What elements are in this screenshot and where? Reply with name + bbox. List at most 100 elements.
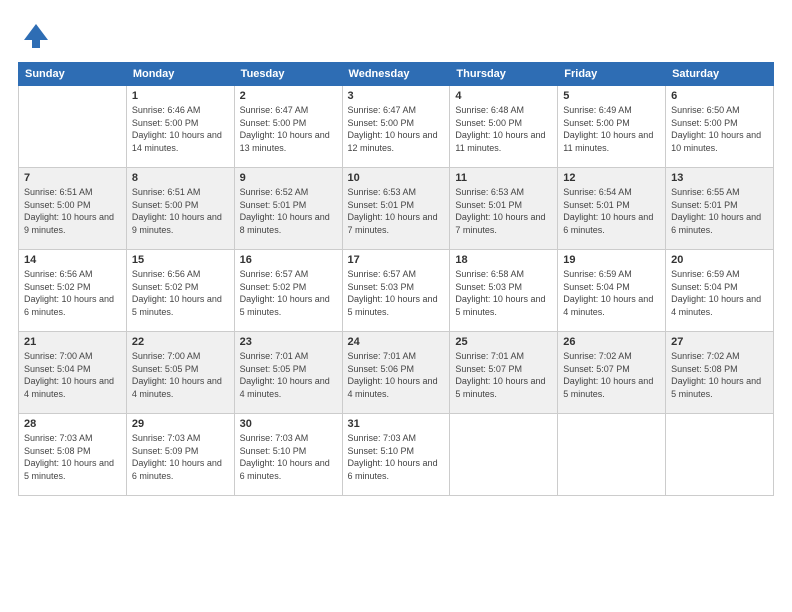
day-number: 10 bbox=[348, 172, 445, 184]
calendar-cell: 11Sunrise: 6:53 AMSunset: 5:01 PMDayligh… bbox=[450, 168, 558, 250]
day-info: Sunrise: 7:00 AMSunset: 5:04 PMDaylight:… bbox=[24, 350, 121, 400]
day-number: 17 bbox=[348, 254, 445, 266]
logo-icon bbox=[20, 20, 52, 52]
calendar-cell: 5 Sunrise: 6:49 AMSunset: 5:00 PMDaylight… bbox=[558, 86, 666, 168]
calendar-cell: 23 Sunrise: 7:01 AMSunset: 5:05 PMDayligh… bbox=[234, 332, 342, 414]
calendar-week-row: 7Sunrise: 6:51 AMSunset: 5:00 PMDaylight… bbox=[19, 168, 774, 250]
calendar-cell: 13Sunrise: 6:55 AMSunset: 5:01 PMDayligh… bbox=[666, 168, 774, 250]
day-info: Sunrise: 6:53 AMSunset: 5:01 PMDaylight:… bbox=[348, 186, 445, 236]
calendar-cell: 2 Sunrise: 6:47 AMSunset: 5:00 PMDaylight… bbox=[234, 86, 342, 168]
day-number: 4 bbox=[455, 90, 552, 102]
day-number: 8 bbox=[132, 172, 229, 184]
calendar-cell bbox=[558, 414, 666, 496]
header-wednesday: Wednesday bbox=[342, 63, 450, 86]
day-info: Sunrise: 7:03 AMSunset: 5:10 PMDaylight:… bbox=[240, 432, 337, 482]
calendar-cell bbox=[450, 414, 558, 496]
calendar-cell: 20 Sunrise: 6:59 AMSunset: 5:04 PMDayligh… bbox=[666, 250, 774, 332]
day-info: Sunrise: 6:59 AMSunset: 5:04 PMDaylight:… bbox=[671, 268, 768, 318]
day-number: 9 bbox=[240, 172, 337, 184]
day-number: 18 bbox=[455, 254, 552, 266]
day-number: 26 bbox=[563, 336, 660, 348]
calendar-cell bbox=[19, 86, 127, 168]
day-number: 7 bbox=[24, 172, 121, 184]
calendar-cell: 26 Sunrise: 7:02 AMSunset: 5:07 PMDayligh… bbox=[558, 332, 666, 414]
day-number: 24 bbox=[348, 336, 445, 348]
day-number: 23 bbox=[240, 336, 337, 348]
calendar-cell: 17 Sunrise: 6:57 AMSunset: 5:03 PMDayligh… bbox=[342, 250, 450, 332]
calendar-cell: 16 Sunrise: 6:57 AMSunset: 5:02 PMDayligh… bbox=[234, 250, 342, 332]
day-info: Sunrise: 6:52 AMSunset: 5:01 PMDaylight:… bbox=[240, 186, 337, 236]
day-number: 29 bbox=[132, 418, 229, 430]
header-friday: Friday bbox=[558, 63, 666, 86]
calendar-cell: 21 Sunrise: 7:00 AMSunset: 5:04 PMDayligh… bbox=[19, 332, 127, 414]
weekday-header-row: Sunday Monday Tuesday Wednesday Thursday… bbox=[19, 63, 774, 86]
day-number: 2 bbox=[240, 90, 337, 102]
day-number: 22 bbox=[132, 336, 229, 348]
calendar-week-row: 21 Sunrise: 7:00 AMSunset: 5:04 PMDayligh… bbox=[19, 332, 774, 414]
header-sunday: Sunday bbox=[19, 63, 127, 86]
header-tuesday: Tuesday bbox=[234, 63, 342, 86]
day-info: Sunrise: 6:46 AMSunset: 5:00 PMDaylight:… bbox=[132, 104, 229, 154]
calendar-table: Sunday Monday Tuesday Wednesday Thursday… bbox=[18, 62, 774, 496]
calendar-cell: 28 Sunrise: 7:03 AMSunset: 5:08 PMDayligh… bbox=[19, 414, 127, 496]
day-info: Sunrise: 7:03 AMSunset: 5:10 PMDaylight:… bbox=[348, 432, 445, 482]
day-number: 12 bbox=[563, 172, 660, 184]
day-info: Sunrise: 7:03 AMSunset: 5:08 PMDaylight:… bbox=[24, 432, 121, 482]
header bbox=[18, 18, 774, 52]
calendar-cell: 19Sunrise: 6:59 AMSunset: 5:04 PMDayligh… bbox=[558, 250, 666, 332]
day-number: 21 bbox=[24, 336, 121, 348]
logo bbox=[18, 18, 52, 52]
calendar-cell: 31Sunrise: 7:03 AMSunset: 5:10 PMDayligh… bbox=[342, 414, 450, 496]
day-info: Sunrise: 6:49 AMSunset: 5:00 PMDaylight:… bbox=[563, 104, 660, 154]
calendar-cell bbox=[666, 414, 774, 496]
day-number: 20 bbox=[671, 254, 768, 266]
calendar-week-row: 28 Sunrise: 7:03 AMSunset: 5:08 PMDayligh… bbox=[19, 414, 774, 496]
calendar-cell: 30 Sunrise: 7:03 AMSunset: 5:10 PMDayligh… bbox=[234, 414, 342, 496]
day-number: 27 bbox=[671, 336, 768, 348]
header-thursday: Thursday bbox=[450, 63, 558, 86]
day-info: Sunrise: 7:01 AMSunset: 5:05 PMDaylight:… bbox=[240, 350, 337, 400]
header-saturday: Saturday bbox=[666, 63, 774, 86]
day-info: Sunrise: 7:01 AMSunset: 5:06 PMDaylight:… bbox=[348, 350, 445, 400]
calendar-cell: 18 Sunrise: 6:58 AMSunset: 5:03 PMDayligh… bbox=[450, 250, 558, 332]
calendar-cell: 22 Sunrise: 7:00 AMSunset: 5:05 PMDayligh… bbox=[126, 332, 234, 414]
day-info: Sunrise: 6:56 AMSunset: 5:02 PMDaylight:… bbox=[132, 268, 229, 318]
day-info: Sunrise: 7:01 AMSunset: 5:07 PMDaylight:… bbox=[455, 350, 552, 400]
calendar-cell: 3Sunrise: 6:47 AMSunset: 5:00 PMDaylight… bbox=[342, 86, 450, 168]
day-number: 3 bbox=[348, 90, 445, 102]
day-number: 16 bbox=[240, 254, 337, 266]
day-number: 6 bbox=[671, 90, 768, 102]
header-monday: Monday bbox=[126, 63, 234, 86]
day-info: Sunrise: 6:50 AMSunset: 5:00 PMDaylight:… bbox=[671, 104, 768, 154]
day-info: Sunrise: 7:02 AMSunset: 5:08 PMDaylight:… bbox=[671, 350, 768, 400]
day-info: Sunrise: 7:03 AMSunset: 5:09 PMDaylight:… bbox=[132, 432, 229, 482]
calendar-cell: 27 Sunrise: 7:02 AMSunset: 5:08 PMDayligh… bbox=[666, 332, 774, 414]
day-info: Sunrise: 6:57 AMSunset: 5:02 PMDaylight:… bbox=[240, 268, 337, 318]
calendar-cell: 10 Sunrise: 6:53 AMSunset: 5:01 PMDayligh… bbox=[342, 168, 450, 250]
calendar-cell: 7Sunrise: 6:51 AMSunset: 5:00 PMDaylight… bbox=[19, 168, 127, 250]
day-number: 5 bbox=[563, 90, 660, 102]
day-info: Sunrise: 7:00 AMSunset: 5:05 PMDaylight:… bbox=[132, 350, 229, 400]
calendar-cell: 9 Sunrise: 6:52 AMSunset: 5:01 PMDaylight… bbox=[234, 168, 342, 250]
calendar-cell: 12 Sunrise: 6:54 AMSunset: 5:01 PMDayligh… bbox=[558, 168, 666, 250]
day-info: Sunrise: 6:47 AMSunset: 5:00 PMDaylight:… bbox=[240, 104, 337, 154]
day-number: 30 bbox=[240, 418, 337, 430]
calendar-cell: 29 Sunrise: 7:03 AMSunset: 5:09 PMDayligh… bbox=[126, 414, 234, 496]
calendar-cell: 1 Sunrise: 6:46 AMSunset: 5:00 PMDaylight… bbox=[126, 86, 234, 168]
day-info: Sunrise: 7:02 AMSunset: 5:07 PMDaylight:… bbox=[563, 350, 660, 400]
day-number: 15 bbox=[132, 254, 229, 266]
calendar-cell: 6 Sunrise: 6:50 AMSunset: 5:00 PMDaylight… bbox=[666, 86, 774, 168]
day-info: Sunrise: 6:54 AMSunset: 5:01 PMDaylight:… bbox=[563, 186, 660, 236]
day-number: 13 bbox=[671, 172, 768, 184]
day-info: Sunrise: 6:53 AMSunset: 5:01 PMDaylight:… bbox=[455, 186, 552, 236]
calendar-cell: 4Sunrise: 6:48 AMSunset: 5:00 PMDaylight… bbox=[450, 86, 558, 168]
day-info: Sunrise: 6:58 AMSunset: 5:03 PMDaylight:… bbox=[455, 268, 552, 318]
day-number: 25 bbox=[455, 336, 552, 348]
day-number: 1 bbox=[132, 90, 229, 102]
day-number: 28 bbox=[24, 418, 121, 430]
calendar-cell: 25 Sunrise: 7:01 AMSunset: 5:07 PMDayligh… bbox=[450, 332, 558, 414]
calendar-week-row: 1 Sunrise: 6:46 AMSunset: 5:00 PMDaylight… bbox=[19, 86, 774, 168]
calendar-cell: 15 Sunrise: 6:56 AMSunset: 5:02 PMDayligh… bbox=[126, 250, 234, 332]
day-number: 19 bbox=[563, 254, 660, 266]
day-info: Sunrise: 6:57 AMSunset: 5:03 PMDaylight:… bbox=[348, 268, 445, 318]
